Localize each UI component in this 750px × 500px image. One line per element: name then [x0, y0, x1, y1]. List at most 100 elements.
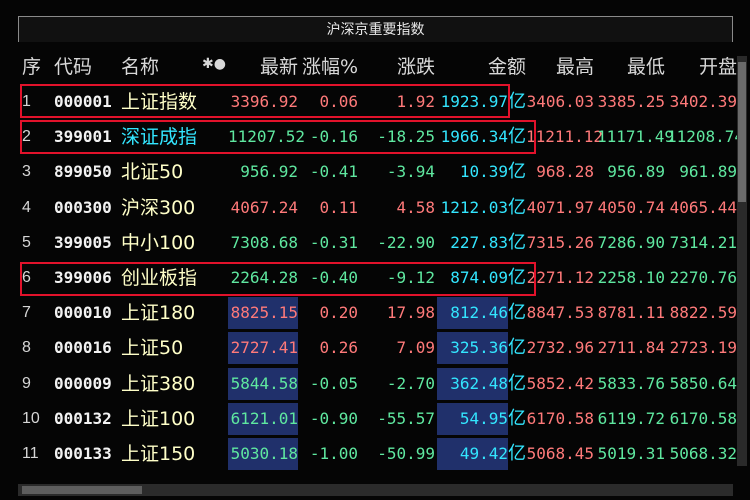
row-code: 000001	[54, 92, 112, 111]
row-latest: 5844.58	[228, 367, 298, 400]
table-row[interactable]: 1 000001 上证指数 3396.92 0.06 1.92 1923.97 亿 3406.0…	[0, 86, 750, 118]
row-amount: 874.09	[450, 268, 508, 287]
row-chg: -22.90	[377, 232, 435, 252]
row-low: 6119.72	[597, 408, 665, 428]
table-row[interactable]: 5 399005 中小100 7308.68 -0.31 -22.90 227.83 亿 731…	[0, 227, 750, 259]
row-high: 6170.58	[526, 408, 594, 428]
header-open[interactable]: 开盘	[667, 52, 737, 79]
row-chg: -18.25	[377, 127, 435, 147]
row-latest: 11207.52	[228, 127, 306, 147]
table-row[interactable]: 9 000009 上证380 5844.58 -0.05 -2.70 362.48 亿 5852…	[0, 367, 750, 400]
row-pct: -0.31	[309, 232, 358, 252]
row-unit: 亿	[508, 126, 526, 148]
row-open: 6170.58	[669, 408, 737, 428]
row-amount: 49.42	[437, 438, 508, 470]
row-chg: -50.99	[377, 444, 435, 463]
table-row[interactable]: 8 000016 上证50 2727.41 0.26 7.09 325.36 亿 2732.96…	[0, 332, 750, 365]
row-name: 上证100	[121, 407, 196, 430]
row-latest: 5030.18	[228, 438, 298, 470]
row-high: 968.28	[536, 162, 594, 182]
row-unit: 亿	[508, 91, 526, 112]
row-name: 上证50	[121, 337, 184, 360]
row-high: 5068.45	[526, 444, 594, 463]
row-unit: 亿	[508, 302, 526, 324]
header-high[interactable]: 最高	[526, 52, 594, 79]
row-open: 5850.64	[669, 373, 737, 393]
row-open: 4065.44	[669, 197, 737, 217]
row-code: 000016	[54, 338, 112, 358]
row-name: 北证50	[121, 161, 184, 184]
row-chg: 7.09	[396, 338, 435, 358]
row-latest: 956.92	[240, 162, 298, 182]
table-row[interactable]: 2 399001 深证成指 11207.52 -0.16 -18.25 1966.34 亿 11…	[0, 121, 750, 153]
scroll-thumb[interactable]	[738, 62, 746, 202]
row-open: 8822.59	[669, 303, 737, 323]
row-unit: 亿	[508, 337, 526, 359]
table-row[interactable]: 10 000132 上证100 6121.01 -0.90 -55.57 54.95 亿 617…	[0, 402, 750, 435]
header-pct[interactable]: 涨幅%	[300, 52, 358, 79]
row-low: 8781.11	[597, 303, 665, 323]
row-pct: -0.90	[309, 408, 358, 428]
row-high: 5852.42	[526, 373, 594, 393]
table-row[interactable]: 7 000010 上证180 8825.15 0.20 17.98 812.46 亿 8847.…	[0, 297, 750, 330]
row-seq: 3	[22, 163, 31, 181]
row-open: 3402.39	[669, 92, 737, 111]
scroll-thumb[interactable]	[22, 486, 142, 494]
window-title: 沪深京重要指数	[18, 16, 733, 42]
table-row[interactable]: 3 899050 北证50 956.92 -0.41 -3.94 10.39 亿 968.28 9…	[0, 156, 750, 188]
row-unit: 亿	[508, 267, 526, 288]
row-amount: 1923.97	[440, 92, 508, 111]
row-code: 000010	[54, 303, 112, 323]
horizontal-scrollbar[interactable]	[18, 484, 733, 496]
row-high: 2271.12	[526, 268, 594, 287]
row-amount: 812.46	[437, 297, 508, 330]
row-low: 7286.90	[597, 232, 665, 252]
row-pct: 0.11	[319, 197, 358, 217]
row-seq: 5	[22, 233, 31, 251]
row-high: 8847.53	[526, 303, 594, 323]
row-seq: 1	[22, 93, 31, 110]
row-low: 5833.76	[597, 373, 665, 393]
table-row[interactable]: 6 399006 创业板指 2264.28 -0.40 -9.12 874.09 亿 2271.…	[0, 262, 750, 294]
row-latest: 8825.15	[228, 297, 298, 330]
row-low: 2711.84	[597, 338, 665, 358]
row-amount: 10.39	[459, 162, 508, 182]
header-latest[interactable]: 最新	[228, 52, 298, 79]
row-latest: 3396.92	[230, 92, 298, 111]
header-low[interactable]: 最低	[597, 52, 665, 79]
header-seq[interactable]: 序	[22, 52, 52, 79]
row-high: 2732.96	[526, 338, 594, 358]
row-low: 4050.74	[597, 197, 665, 217]
row-name: 上证380	[121, 372, 196, 395]
row-amount: 325.36	[437, 332, 508, 365]
vertical-scrollbar[interactable]	[737, 56, 747, 466]
row-amount: 1966.34	[440, 127, 508, 147]
row-latest: 2727.41	[228, 332, 298, 365]
row-open: 5068.32	[669, 444, 737, 463]
row-unit: 亿	[508, 443, 526, 464]
header-amount[interactable]: 金额	[455, 52, 526, 79]
table-row[interactable]: 11 000133 上证150 5030.18 -1.00 -50.99 49.42 亿 506…	[0, 438, 750, 470]
row-pct: 0.26	[319, 338, 358, 358]
row-pct: 0.20	[319, 303, 358, 323]
row-name: 上证指数	[121, 91, 198, 113]
row-low: 3385.25	[597, 92, 665, 111]
header-code[interactable]: 代码	[54, 52, 124, 79]
row-amount: 227.83	[450, 232, 508, 252]
row-name: 创业板指	[121, 267, 198, 289]
row-unit: 亿	[508, 161, 526, 183]
table-row[interactable]: 4 000300 沪深300 4067.24 0.11 4.58 1212.03 亿 4071.…	[0, 192, 750, 224]
row-code: 899050	[54, 162, 112, 182]
row-latest: 4067.24	[230, 197, 298, 217]
row-open: 961.89	[679, 162, 737, 182]
row-pct: -0.05	[309, 373, 358, 393]
row-amount: 362.48	[437, 367, 508, 400]
row-open: 7314.21	[669, 232, 737, 252]
row-pct: -1.00	[309, 444, 358, 463]
row-chg: -3.94	[386, 162, 435, 182]
header-chg[interactable]: 涨跌	[360, 52, 435, 79]
row-chg: -2.70	[386, 373, 435, 393]
row-code: 000300	[54, 197, 112, 217]
row-name: 中小100	[121, 231, 196, 254]
row-code: 399001	[54, 127, 112, 147]
